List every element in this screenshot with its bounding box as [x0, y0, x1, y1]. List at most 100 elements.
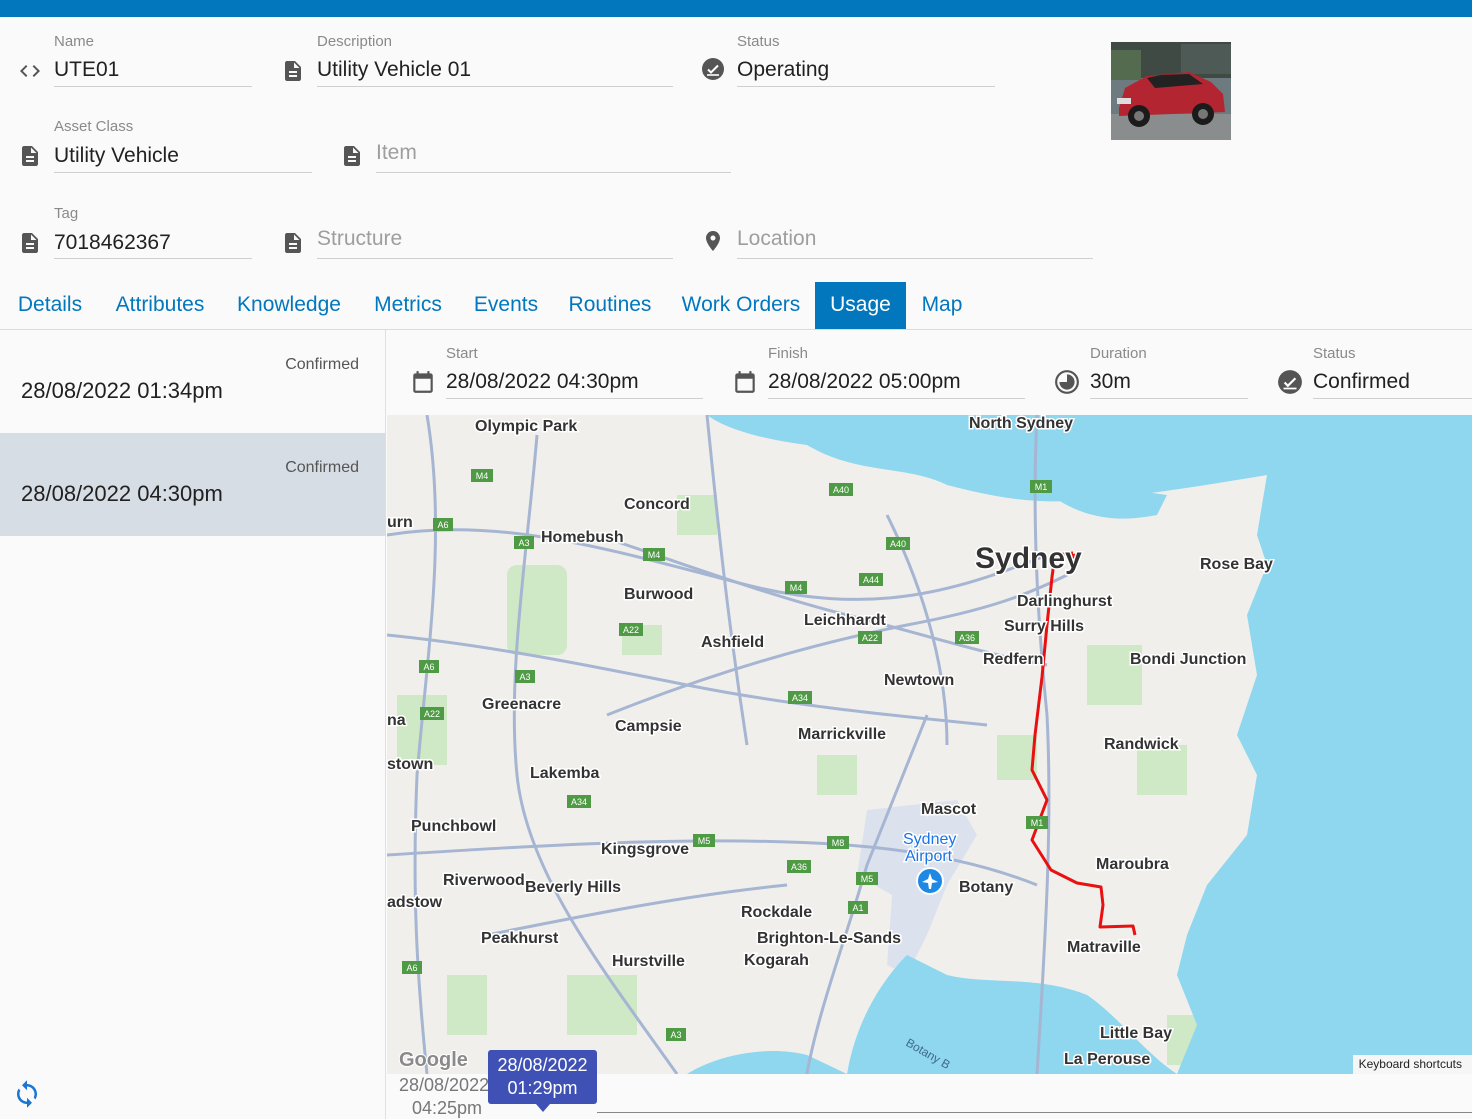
- location-field[interactable]: Location: [701, 205, 1093, 260]
- usage-status-field[interactable]: Status Confirmed: [1277, 345, 1472, 400]
- map-label: Randwick: [1104, 736, 1179, 753]
- usage-status-label: Status: [1313, 345, 1356, 362]
- map-label: Leichhardt: [804, 612, 886, 629]
- tab-metrics[interactable]: Metrics: [364, 282, 452, 329]
- tab-events[interactable]: Events: [466, 282, 546, 329]
- map-label: Burwood: [624, 586, 693, 603]
- route-map[interactable]: M4 A6 A3 M4 A40 A40 M1 A44 M4 A22 A22 A3…: [387, 415, 1472, 1074]
- svg-text:A3: A3: [670, 1030, 681, 1040]
- name-field[interactable]: Name UTE01: [18, 33, 252, 88]
- map-label: Peakhurst: [481, 930, 559, 947]
- location-pin-icon: [706, 231, 720, 251]
- svg-text:A6: A6: [406, 963, 417, 973]
- structure-field[interactable]: Structure: [281, 205, 673, 260]
- svg-text:A34: A34: [571, 797, 587, 807]
- finish-label: Finish: [768, 345, 809, 362]
- map-label: Airport: [905, 848, 953, 865]
- start-field[interactable]: Start 28/08/2022 04:30pm: [410, 345, 704, 400]
- timelapse-icon: [1055, 370, 1079, 394]
- start-value: 28/08/2022 04:30pm: [446, 370, 639, 393]
- map-label: Surry Hills: [1004, 618, 1084, 635]
- description-field[interactable]: Description Utility Vehicle 01: [281, 33, 673, 88]
- svg-text:M1: M1: [1035, 482, 1048, 492]
- name-label: Name: [54, 33, 95, 50]
- svg-text:A3: A3: [518, 538, 529, 548]
- tab-map[interactable]: Map: [914, 282, 970, 329]
- google-logo: Google: [399, 1049, 468, 1071]
- tab-details[interactable]: Details: [10, 282, 90, 329]
- map-label: Marrickville: [798, 726, 886, 743]
- calendar-icon: [735, 371, 755, 393]
- map-label: Concord: [624, 496, 690, 513]
- map-label: Redfern: [983, 651, 1043, 668]
- svg-text:M4: M4: [476, 471, 489, 481]
- status-label: Status: [737, 33, 780, 50]
- map-label: La Perouse: [1064, 1051, 1150, 1068]
- tab-usage[interactable]: Usage: [815, 282, 906, 329]
- svg-text:A22: A22: [424, 709, 440, 719]
- timeline-track[interactable]: [597, 1112, 1472, 1113]
- map-label: stown: [387, 756, 433, 773]
- item-field[interactable]: Item: [340, 118, 732, 174]
- keyboard-shortcuts-link[interactable]: Keyboard shortcuts: [1352, 1055, 1472, 1074]
- map-label: urn: [387, 514, 413, 531]
- document-icon: [22, 146, 38, 166]
- svg-text:A22: A22: [862, 633, 878, 643]
- svg-text:A1: A1: [852, 903, 863, 913]
- svg-text:M4: M4: [790, 583, 803, 593]
- status-field[interactable]: Status Operating: [701, 33, 995, 88]
- map-label: Punchbowl: [411, 818, 496, 835]
- timeline-cursor-tooltip[interactable]: 28/08/2022 01:29pm: [488, 1050, 597, 1104]
- map-label: Ashfield: [701, 634, 764, 651]
- code-icon: [20, 65, 40, 77]
- tab-knowledge[interactable]: Knowledge: [229, 282, 349, 329]
- svg-text:M1: M1: [1031, 818, 1044, 828]
- duration-field[interactable]: Duration 30m: [1054, 345, 1250, 400]
- document-icon: [285, 61, 301, 81]
- tab-routines[interactable]: Routines: [560, 282, 660, 329]
- finish-field[interactable]: Finish 28/08/2022 05:00pm: [732, 345, 1026, 400]
- refresh-icon[interactable]: [12, 1079, 42, 1109]
- asset-class-label: Asset Class: [54, 118, 134, 135]
- usage-status: Confirmed: [285, 356, 359, 373]
- map-label: Riverwood: [443, 872, 525, 889]
- map-label: Beverly Hills: [525, 879, 621, 896]
- usage-date: 28/08/2022 01:34pm: [21, 378, 223, 403]
- svg-text:A3: A3: [519, 672, 530, 682]
- map-label: Rockdale: [741, 904, 812, 921]
- tab-work-orders[interactable]: Work Orders: [674, 282, 808, 329]
- map-label: Sydney: [975, 542, 1082, 575]
- asset-class-field[interactable]: Asset Class Utility Vehicle: [18, 118, 312, 174]
- check-circle-icon: [702, 58, 724, 80]
- svg-text:M8: M8: [832, 838, 845, 848]
- timeline[interactable]: 28/08/2022 04:25pm 28/08/2022 01:29pm: [387, 1050, 1472, 1119]
- svg-text:A6: A6: [423, 662, 434, 672]
- map-label: Hurstville: [612, 953, 685, 970]
- map-label: Darlinghurst: [1017, 593, 1113, 610]
- usage-list-item-selected[interactable]: Confirmed 28/08/2022 04:30pm: [0, 433, 386, 536]
- map-canvas[interactable]: M4 A6 A3 M4 A40 A40 M1 A44 M4 A22 A22 A3…: [387, 415, 1472, 1074]
- description-label: Description: [317, 33, 393, 50]
- tab-bar: Details Attributes Knowledge Metrics Eve…: [0, 282, 1472, 330]
- tab-attributes[interactable]: Attributes: [104, 282, 216, 329]
- map-label: Kingsgrove: [601, 841, 689, 858]
- svg-text:A34: A34: [792, 693, 808, 703]
- structure-placeholder: Structure: [317, 227, 403, 250]
- usage-status: Confirmed: [285, 459, 359, 476]
- start-label: Start: [446, 345, 478, 362]
- svg-text:A22: A22: [623, 625, 639, 635]
- map-label: Little Bay: [1100, 1025, 1172, 1042]
- document-icon: [285, 233, 301, 253]
- map-label: North Sydney: [969, 415, 1073, 432]
- svg-text:A6: A6: [437, 520, 448, 530]
- timeline-start-label: 28/08/2022 04:25pm: [399, 1075, 490, 1118]
- usage-list-item[interactable]: Confirmed 28/08/2022 01:34pm: [0, 330, 386, 433]
- map-label: Newtown: [884, 672, 954, 689]
- check-circle-icon: [1278, 370, 1302, 394]
- duration-value: 30m: [1090, 370, 1131, 393]
- usage-date: 28/08/2022 04:30pm: [21, 481, 223, 506]
- map-label: Kogarah: [744, 952, 809, 969]
- map-label: Matraville: [1067, 939, 1141, 956]
- tag-field[interactable]: Tag 7018462367: [18, 205, 252, 260]
- asset-class-value: Utility Vehicle: [54, 144, 179, 167]
